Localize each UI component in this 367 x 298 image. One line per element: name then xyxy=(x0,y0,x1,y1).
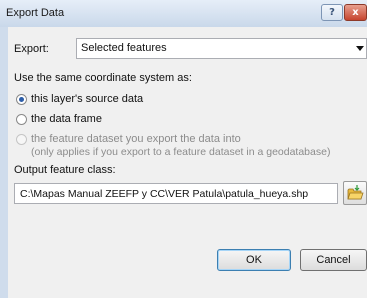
export-dropdown[interactable]: Selected features xyxy=(76,38,367,59)
radio-label-feature-dataset: the feature dataset you export the data … xyxy=(31,133,241,145)
export-data-dialog: Export Data ? x Export: Selected feature… xyxy=(0,0,367,298)
radio-label-layer-source-data[interactable]: this layer's source data xyxy=(31,93,143,105)
output-path-value: C:\Mapas Manual ZEEFP y CC\VER Patula\pa… xyxy=(20,188,309,200)
dialog-body: Export: Selected features Use the same c… xyxy=(8,27,367,298)
radio-data-frame[interactable] xyxy=(16,114,27,125)
cancel-button[interactable]: Cancel xyxy=(300,249,367,271)
ok-button[interactable]: OK xyxy=(217,249,291,271)
radio-layer-source-data[interactable] xyxy=(16,94,27,105)
radio-label-data-frame[interactable]: the data frame xyxy=(31,113,102,125)
close-button[interactable]: x xyxy=(344,4,367,21)
output-feature-class-label: Output feature class: xyxy=(14,164,116,176)
export-dropdown-value: Selected features xyxy=(81,42,167,54)
dialog-title: Export Data xyxy=(6,7,65,19)
export-label: Export: xyxy=(14,43,49,55)
output-path-field[interactable]: C:\Mapas Manual ZEEFP y CC\VER Patula\pa… xyxy=(14,183,338,204)
title-bar: Export Data ? x xyxy=(0,0,367,27)
ok-button-label: OK xyxy=(246,254,262,266)
browse-folder-button[interactable] xyxy=(343,181,367,205)
chevron-down-icon xyxy=(356,46,364,51)
close-icon: x xyxy=(352,7,359,18)
folder-icon xyxy=(347,185,364,200)
coordinate-system-heading: Use the same coordinate system as: xyxy=(14,72,192,84)
help-button[interactable]: ? xyxy=(321,4,343,21)
cancel-button-label: Cancel xyxy=(316,254,351,266)
radio-sublabel-feature-dataset: (only applies if you export to a feature… xyxy=(31,146,331,158)
radio-feature-dataset xyxy=(16,134,27,145)
help-icon: ? xyxy=(329,7,335,18)
